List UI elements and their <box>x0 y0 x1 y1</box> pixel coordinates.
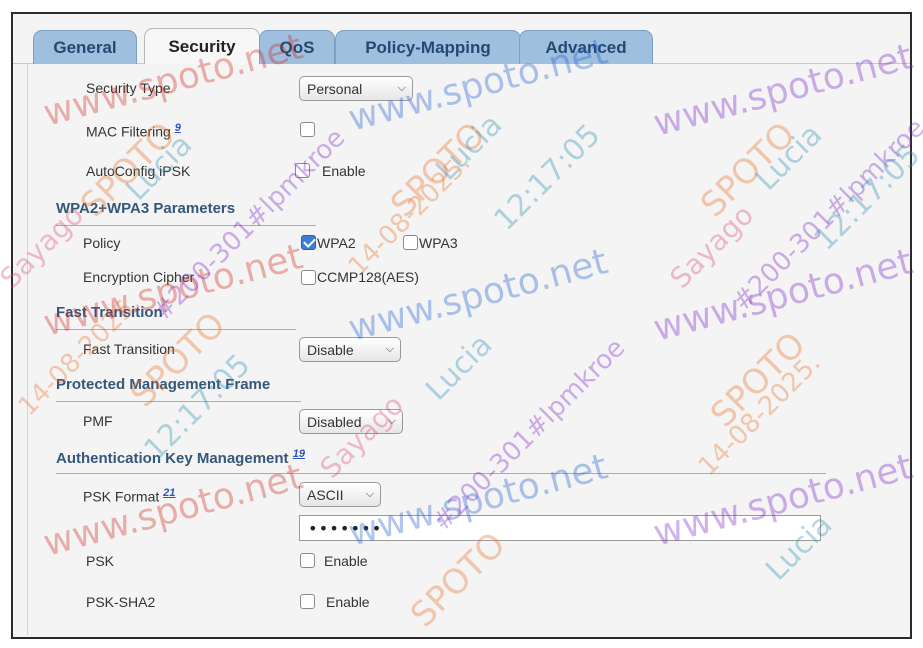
psk-format-text: PSK Format <box>83 488 160 505</box>
fast-transition-title: Fast Transition <box>56 304 163 321</box>
pmf-divider <box>56 401 301 402</box>
security-type-select[interactable]: Personal ⌵ <box>299 76 413 101</box>
wpa3-label: WPA3 <box>419 235 458 251</box>
psk-format-help-link[interactable]: 21 <box>163 487 175 499</box>
ccmp128-label: CCMP128(AES) <box>317 269 419 285</box>
chevron-down-icon: ⌵ <box>385 343 394 355</box>
wpa-parameters-divider <box>56 225 316 226</box>
psk-format-select[interactable]: ASCII ⌵ <box>299 482 381 507</box>
fast-transition-divider <box>56 329 296 330</box>
mac-filtering-checkbox[interactable] <box>300 122 315 137</box>
pmf-value: Disabled <box>307 413 362 430</box>
psk-format-label: PSK Format 21 <box>83 487 175 505</box>
security-type-value: Personal <box>307 80 363 97</box>
wpa-parameters-title: WPA2+WPA3 Parameters <box>56 200 236 217</box>
tab-security[interactable]: Security <box>144 28 260 64</box>
chevron-down-icon: ⌵ <box>397 82 406 94</box>
fast-transition-label: Fast Transition <box>83 341 175 357</box>
wpa3-checkbox[interactable] <box>403 235 418 250</box>
tab-qos[interactable]: QoS <box>259 30 335 64</box>
tab-policy-mapping[interactable]: Policy-Mapping <box>335 30 521 64</box>
mac-filtering-label: MAC Filtering 9 <box>86 122 181 140</box>
psk-sha2-label: PSK-SHA2 <box>86 594 156 610</box>
psk-checkbox[interactable] <box>300 553 315 568</box>
akm-title: Authentication Key Management 19 <box>56 448 305 467</box>
akm-title-text: Authentication Key Management <box>56 450 289 467</box>
chevron-down-icon: ⌵ <box>365 488 374 500</box>
psk-format-value: ASCII <box>307 486 344 503</box>
fast-transition-value: Disable <box>307 341 354 358</box>
autoconfig-ipsk-option: Enable <box>322 163 366 179</box>
akm-help-link[interactable]: 19 <box>293 448 305 460</box>
wlan-edit-window: General Security QoS Policy-Mapping Adva… <box>11 12 912 639</box>
chevron-down-icon: ⌵ <box>387 415 396 427</box>
security-panel: Security Type Personal ⌵ MAC Filtering 9… <box>27 64 896 635</box>
policy-label: Policy <box>83 235 121 251</box>
fast-transition-select[interactable]: Disable ⌵ <box>299 337 401 362</box>
tab-bar: General Security QoS Policy-Mapping Adva… <box>13 14 910 64</box>
psk-key-input[interactable]: ••••••• <box>299 515 821 541</box>
pmf-label: PMF <box>83 413 113 429</box>
security-type-label: Security Type <box>86 80 171 96</box>
wpa2-label: WPA2 <box>317 235 356 251</box>
mac-filtering-text: MAC Filtering <box>86 123 171 140</box>
psk-sha2-option: Enable <box>326 594 370 610</box>
pmf-title: Protected Management Frame <box>56 376 271 393</box>
autoconfig-ipsk-checkbox[interactable] <box>295 163 310 178</box>
tab-advanced[interactable]: Advanced <box>519 30 653 64</box>
psk-sha2-checkbox[interactable] <box>300 594 315 609</box>
akm-divider <box>56 473 826 474</box>
psk-option: Enable <box>324 553 368 569</box>
pmf-select[interactable]: Disabled ⌵ <box>299 409 403 434</box>
ccmp128-checkbox[interactable] <box>301 270 316 285</box>
mac-filtering-help-link[interactable]: 9 <box>175 122 181 134</box>
psk-label: PSK <box>86 553 115 569</box>
encryption-cipher-label: Encryption Cipher <box>83 269 195 285</box>
autoconfig-ipsk-label: AutoConfig iPSK <box>86 163 191 179</box>
tab-general[interactable]: General <box>33 30 137 64</box>
wpa2-checkbox[interactable] <box>301 235 316 250</box>
